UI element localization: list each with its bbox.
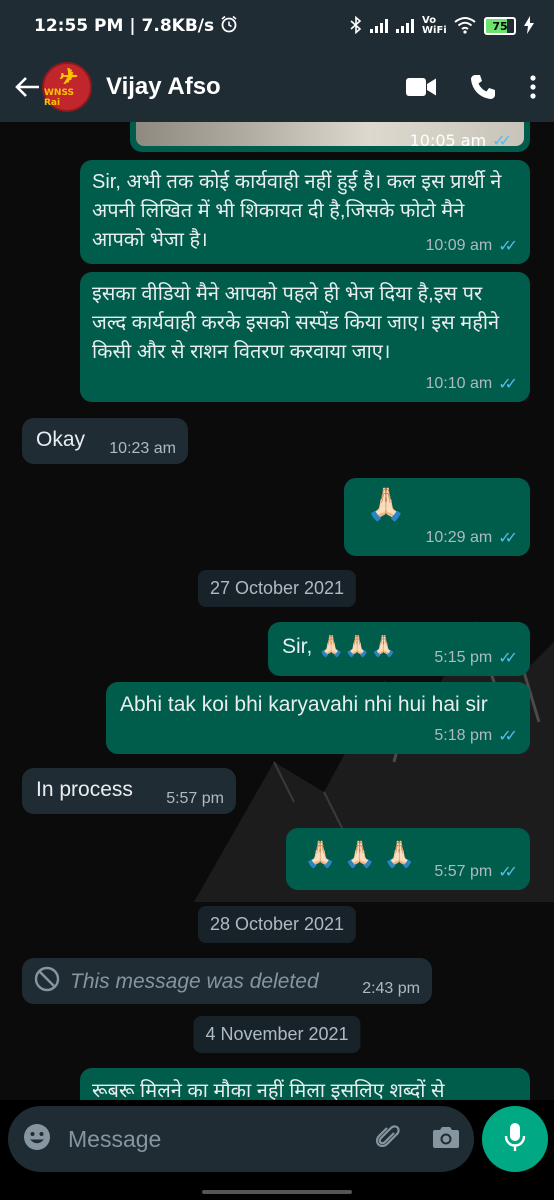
double-tick-icon: ✓✓ [498, 728, 518, 745]
avatar-label: WNSS Rai [44, 88, 75, 108]
deleted-icon [34, 966, 60, 998]
message-time: 5:15 pm [434, 649, 493, 666]
gesture-bar [0, 1190, 554, 1200]
double-tick-icon: ✓✓ [498, 650, 518, 667]
status-bar: 12:55 PM | 7.8KB/s Vo WiFi 75 [0, 0, 554, 52]
avatar[interactable]: ✈ WNSS Rai [42, 62, 92, 112]
message-time: 5:18 pm [434, 727, 493, 744]
message-time: 5:57 pm [434, 863, 493, 880]
message-time: 10:23 am [109, 440, 176, 457]
emoji-icon[interactable] [22, 1122, 52, 1156]
message-image[interactable]: 10:05 am ✓✓ [130, 122, 530, 152]
date-separator: 27 October 2021 [197, 570, 357, 607]
chat-area[interactable]: 10:05 am ✓✓ Sir, अभी तक कोई कार्यवाही नह… [0, 122, 554, 1100]
date-separator: 4 November 2021 [193, 1016, 361, 1053]
avatar-logo-icon: ✈ [57, 64, 77, 90]
message-outgoing[interactable]: Abhi tak koi bhi karyavahi nhi hui hai s… [106, 682, 530, 754]
mic-icon [504, 1122, 526, 1156]
status-speed: | 7.8KB/s [129, 16, 215, 36]
vowifi-label: Vo WiFi [422, 15, 447, 36]
double-tick-icon: ✓✓ [498, 376, 518, 393]
more-options-icon[interactable] [530, 75, 536, 99]
message-incoming-deleted[interactable]: This message was deleted 2:43 pm [22, 958, 432, 1004]
bluetooth-icon [350, 15, 362, 37]
double-tick-icon: ✓✓ [498, 238, 518, 255]
double-tick-icon: ✓✓ [498, 864, 518, 881]
contact-name[interactable]: Vijay Afso [106, 73, 221, 101]
signal-icon-2 [396, 19, 414, 33]
message-text: रूबरू मिलने का मौका नहीं मिला इसलिए शब्द… [92, 1080, 445, 1100]
date-separator: 28 October 2021 [197, 906, 357, 943]
chat-header: ✈ WNSS Rai Vijay Afso [0, 52, 554, 122]
message-time: 10:09 am [425, 237, 493, 254]
video-call-icon[interactable] [406, 77, 436, 97]
attach-icon[interactable] [374, 1123, 402, 1155]
message-incoming[interactable]: Okay 10:23 am [22, 418, 188, 464]
message-time: 10:05 am [409, 131, 487, 150]
message-time: 2:43 pm [362, 980, 420, 997]
message-time: 10:10 am [425, 375, 493, 392]
signal-icon [370, 19, 388, 33]
status-time: 12:55 PM [34, 16, 124, 36]
message-outgoing[interactable]: 🙏🏻 10:29 am ✓✓ [344, 478, 530, 556]
mic-button[interactable] [482, 1106, 548, 1172]
wifi-icon [454, 16, 476, 37]
message-text: Abhi tak koi bhi karyavahi nhi hui hai s… [120, 693, 488, 716]
camera-icon[interactable] [432, 1125, 460, 1153]
message-outgoing[interactable]: Sir, अभी तक कोई कार्यवाही नहीं हुई है। क… [80, 160, 530, 264]
message-time: 10:29 am [425, 529, 493, 546]
message-emoji: 🙏🏻 [366, 486, 406, 522]
phone-icon[interactable] [470, 74, 496, 100]
message-outgoing[interactable]: Sir, 🙏🏻🙏🏻🙏🏻 5:15 pm ✓✓ [268, 622, 530, 676]
alarm-icon [220, 15, 238, 38]
double-tick-icon: ✓✓ [492, 131, 512, 150]
back-arrow-icon[interactable] [14, 73, 42, 101]
message-text: इसका वीडियो मैने आपको पहले ही भेज दिया ह… [92, 283, 500, 363]
message-text: This message was deleted [70, 970, 319, 993]
message-time: 5:57 pm [166, 790, 224, 807]
message-input-container[interactable] [8, 1106, 474, 1172]
message-outgoing[interactable]: इसका वीडियो मैने आपको पहले ही भेज दिया ह… [80, 272, 530, 402]
double-tick-icon: ✓✓ [498, 530, 518, 547]
message-outgoing[interactable]: रूबरू मिलने का मौका नहीं मिला इसलिए शब्द… [80, 1068, 530, 1100]
charging-icon [524, 15, 534, 37]
message-incoming[interactable]: In process 5:57 pm [22, 768, 236, 814]
message-outgoing[interactable]: 🙏🏻 🙏🏻 🙏🏻 5:57 pm ✓✓ [286, 828, 530, 890]
message-input[interactable] [68, 1125, 328, 1153]
compose-bar [0, 1100, 554, 1200]
battery-icon: 75 [484, 17, 516, 35]
